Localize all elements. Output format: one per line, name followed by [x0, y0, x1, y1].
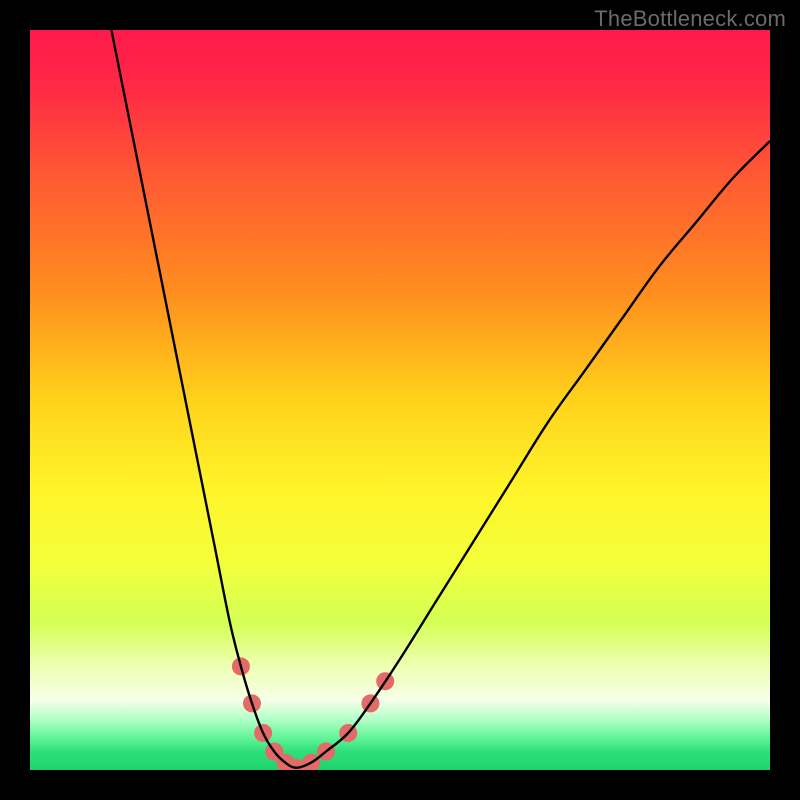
curve-layer — [30, 30, 770, 770]
plot-area — [30, 30, 770, 770]
chart-frame: TheBottleneck.com — [0, 0, 800, 800]
watermark-label: TheBottleneck.com — [594, 6, 786, 32]
bottleneck-curve — [111, 30, 770, 768]
